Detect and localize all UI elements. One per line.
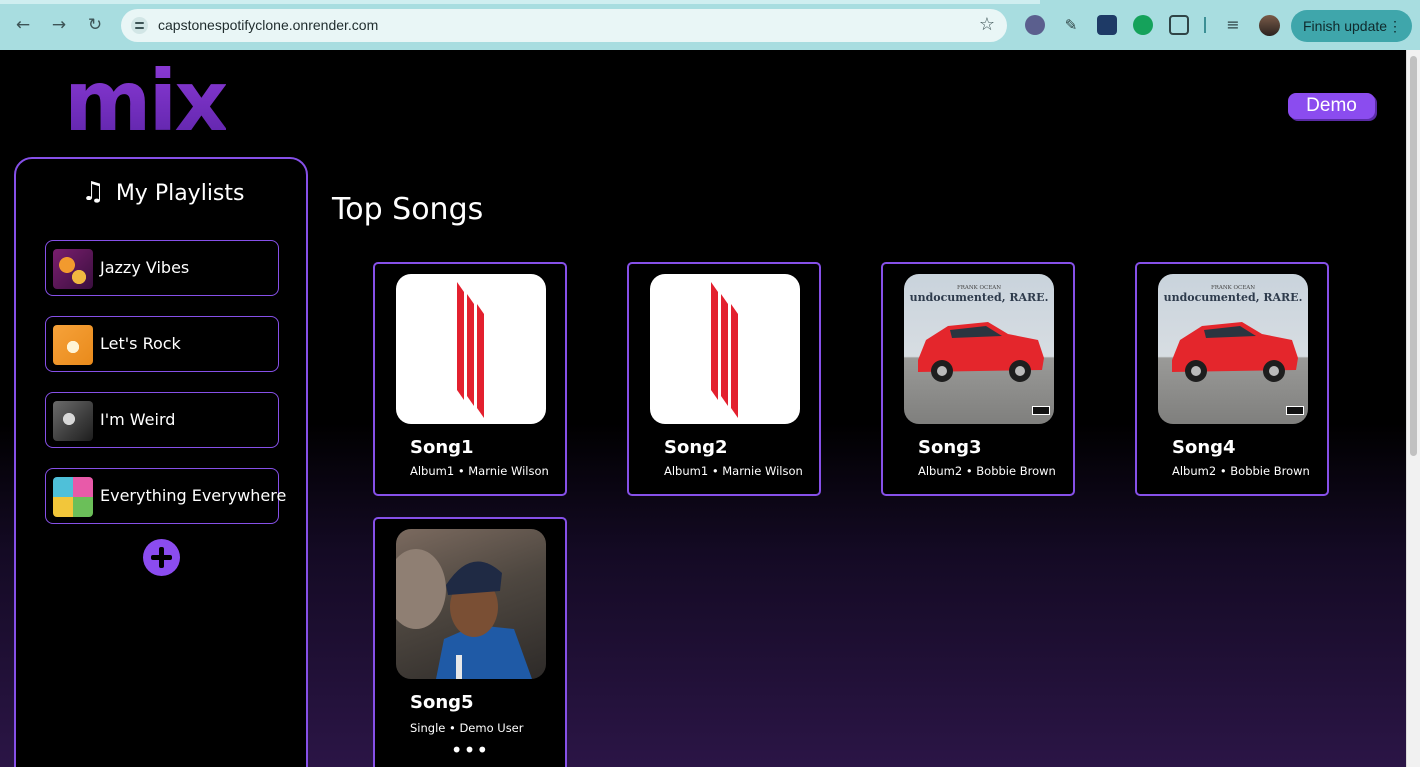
eyedropper-icon[interactable]: ✎ (1061, 15, 1081, 35)
page-title: Top Songs (332, 192, 484, 227)
playlist-label: Let's Rock (100, 334, 181, 353)
scrollbar-thumb[interactable] (1410, 56, 1417, 456)
song-card[interactable]: Song2 Album1 • Marnie Wilson (627, 262, 821, 496)
song-meta: Album1 • Marnie Wilson (664, 464, 803, 478)
album-cover-image: FRANK OCEAN undocumented, RARE. (910, 285, 1050, 415)
tab-strip-accent (0, 0, 1040, 4)
album-name-text: undocumented, RARE. (910, 291, 1049, 304)
song-title: Song3 (918, 437, 982, 458)
music-note-icon: ♫ (81, 177, 105, 207)
profile-avatar[interactable] (1259, 15, 1280, 36)
browser-toolbar: ← → ↻ capstonespotifyclone.onrender.com … (0, 0, 1420, 50)
song-card[interactable]: Song5 Single • Demo User ••• (373, 517, 567, 767)
playlist-cover-image (53, 249, 93, 289)
page-scrollbar[interactable] (1406, 50, 1420, 767)
sidebar-title-label: My Playlists (115, 181, 245, 206)
song-meta: Album1 • Marnie Wilson (410, 464, 549, 478)
toolbar-divider (1204, 17, 1206, 33)
playlist-item[interactable]: I'm Weird (45, 392, 279, 448)
playlist-cover-image (53, 477, 93, 517)
playlist-item[interactable]: Jazzy Vibes (45, 240, 279, 296)
song-meta: Album2 • Bobbie Brown (1172, 464, 1310, 478)
page-viewport: mix Demo ♫ My Playlists Jazzy Vibes Let'… (0, 50, 1406, 767)
sidebar-title: ♫ My Playlists (16, 177, 310, 207)
reload-icon[interactable]: ↻ (84, 14, 106, 36)
grammarly-icon[interactable] (1133, 15, 1153, 35)
album-photo-image (396, 549, 532, 679)
song-album-art: FRANK OCEAN undocumented, RARE. (1158, 274, 1308, 424)
song-card[interactable]: FRANK OCEAN undocumented, RARE. Song4 Al… (1135, 262, 1329, 496)
bookmark-star-icon[interactable]: ☆ (979, 14, 995, 35)
song-meta: Single • Demo User (410, 721, 524, 735)
album-logo-image (711, 282, 738, 418)
finish-update-label: Finish update (1303, 18, 1388, 34)
forward-icon[interactable]: → (48, 14, 70, 36)
puzzle-extensions-icon[interactable] (1169, 15, 1189, 35)
site-settings-icon[interactable] (131, 17, 148, 34)
song-album-art (396, 274, 546, 424)
song-title: Song2 (664, 437, 728, 458)
song-meta: Album2 • Bobbie Brown (918, 464, 1056, 478)
playlist-label: Everything Everywhere (100, 486, 287, 505)
song-title: Song5 (410, 692, 474, 713)
playlist-cover-image (53, 401, 93, 441)
browser-menu-icon[interactable]: ⋮ (1388, 10, 1402, 42)
playlists-sidebar: ♫ My Playlists Jazzy Vibes Let's Rock I'… (14, 157, 308, 767)
album-logo-image (457, 282, 484, 418)
song-album-art (396, 529, 546, 679)
user-menu-button[interactable]: Demo (1288, 93, 1375, 119)
media-queue-icon[interactable]: ≡ (1223, 15, 1243, 35)
react-devtools-icon[interactable] (1097, 15, 1117, 35)
song-card[interactable]: Song1 Album1 • Marnie Wilson (373, 262, 567, 496)
song-card[interactable]: FRANK OCEAN undocumented, RARE. Song3 Al… (881, 262, 1075, 496)
extension-icon[interactable] (1025, 15, 1045, 35)
address-bar-url[interactable]: capstonespotifyclone.onrender.com (158, 17, 378, 33)
album-name-text: undocumented, RARE. (1164, 291, 1303, 304)
playlist-cover-image (53, 325, 93, 365)
add-playlist-button[interactable] (143, 539, 180, 576)
song-title: Song4 (1172, 437, 1236, 458)
album-cover-image: FRANK OCEAN undocumented, RARE. (1164, 285, 1304, 415)
playlist-label: I'm Weird (100, 410, 176, 429)
song-options-icon[interactable]: ••• (375, 740, 565, 760)
playlist-item[interactable]: Everything Everywhere (45, 468, 286, 524)
playlist-item[interactable]: Let's Rock (45, 316, 279, 372)
back-icon[interactable]: ← (12, 14, 34, 36)
playlist-label: Jazzy Vibes (100, 258, 190, 277)
song-album-art (650, 274, 800, 424)
finish-update-button[interactable]: Finish update ⋮ (1291, 10, 1412, 42)
address-bar[interactable]: capstonespotifyclone.onrender.com ☆ (121, 9, 1007, 42)
song-album-art: FRANK OCEAN undocumented, RARE. (904, 274, 1054, 424)
song-title: Song1 (410, 437, 474, 458)
mix-logo[interactable]: mix (64, 56, 229, 146)
